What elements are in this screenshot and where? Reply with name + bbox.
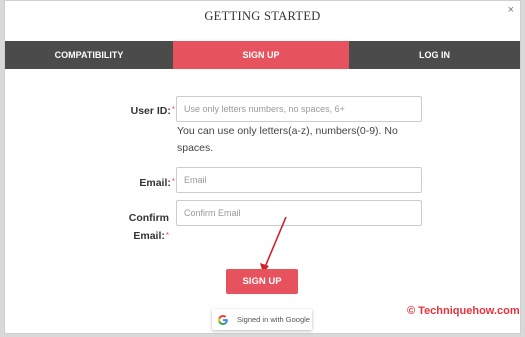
sign-up-button[interactable]: SIGN UP [226, 269, 298, 294]
watermark: © Techniquehow.com [407, 305, 520, 317]
google-signin-label: Signed in with Google [237, 315, 310, 324]
google-g-icon [218, 314, 228, 325]
signup-modal: GETTING STARTED × COMPATIBILITY SIGN UP … [4, 0, 521, 334]
google-signin-button[interactable]: Signed in with Google [212, 309, 312, 330]
